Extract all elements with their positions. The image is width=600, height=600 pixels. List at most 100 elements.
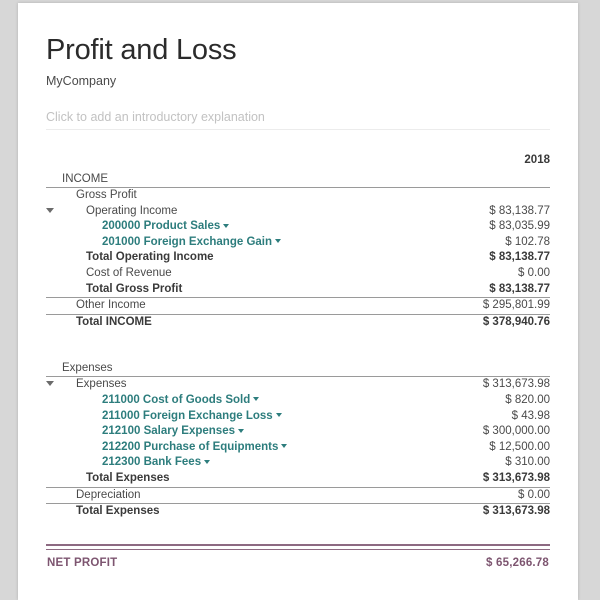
table-row: 200000 Product Sales $ 83,035.99 [46, 219, 550, 235]
row-label: Other Income [76, 299, 146, 312]
row-amount: $ 102.78 [505, 235, 550, 248]
account-link-211000-cost-of-goods-sold[interactable]: 211000 Cost of Goods Sold [102, 394, 260, 406]
row-label-cell: 211000 Cost of Goods Sold [62, 393, 430, 409]
column-header-year: 2018 [524, 154, 550, 166]
account-link-212200-purchase-of-equipments[interactable]: 212200 Purchase of Equipments [102, 441, 288, 453]
row-amount: $ 313,673.98 [430, 376, 550, 393]
caret-cell [46, 313, 62, 331]
caret-down-icon[interactable] [204, 459, 211, 464]
row-label: Total Expenses [76, 505, 160, 518]
section-amount-income [430, 171, 550, 188]
caret-down-icon[interactable] [275, 239, 282, 244]
row-label-cell: Other Income [62, 297, 430, 315]
section-caret-cell [46, 171, 62, 188]
table-row: 212300 Bank Fees $ 310.00 [46, 455, 550, 471]
table-row: Total Expenses $ 313,673.98 [46, 471, 550, 487]
row-label-cell: 212200 Purchase of Equipments [62, 440, 430, 456]
spacer-cell [46, 149, 62, 171]
table-header-row: 2018 [46, 149, 550, 171]
row-label-cell: 212100 Salary Expenses [62, 424, 430, 440]
row-label-cell: Total Expenses [62, 471, 430, 487]
caret-cell [46, 235, 62, 251]
table-row: 212100 Salary Expenses $ 300,000.00 [46, 424, 550, 440]
table-row: Depreciation $ 0.00 [46, 486, 550, 504]
net-profit-label: NET PROFIT [47, 556, 118, 569]
table-row: Total Expenses $ 313,673.98 [46, 503, 550, 520]
account-link-201000-foreign-exchange-gain[interactable]: 201000 Foreign Exchange Gain [102, 236, 282, 248]
caret-down-icon[interactable] [46, 207, 54, 213]
row-amount: $ 313,673.98 [430, 503, 550, 520]
row-label: Total Expenses [86, 471, 170, 484]
row-label-cell: Gross Profit [62, 188, 430, 204]
table-row: 211000 Cost of Goods Sold $ 820.00 [46, 393, 550, 409]
row-amount: $ 83,035.99 [489, 220, 550, 233]
account-link-200000-product-sales[interactable]: 200000 Product Sales [102, 220, 230, 232]
row-label-cell: 201000 Foreign Exchange Gain [62, 235, 430, 251]
caret-cell [46, 503, 62, 520]
row-label-cell: 212300 Bank Fees [62, 455, 430, 471]
row-amount: $ 378,940.76 [430, 313, 550, 331]
row-label-cell: Total Expenses [62, 503, 430, 520]
row-label-cell: Depreciation [62, 486, 430, 504]
caret-cell [46, 297, 62, 315]
table-row: Other Income $ 295,801.99 [46, 297, 550, 315]
caret-cell [46, 409, 62, 425]
caret-down-icon[interactable] [238, 428, 244, 433]
row-amount: $ 295,801.99 [430, 297, 550, 315]
caret-cell [46, 471, 62, 487]
row-label-cell: Total INCOME [62, 313, 430, 331]
row-amount: $ 0.00 [518, 266, 550, 279]
table-row: 211000 Foreign Exchange Loss $ 43.98 [46, 409, 550, 425]
section-label-expenses: Expenses [62, 360, 430, 378]
row-label: Total Gross Profit [86, 282, 183, 295]
row-label-cell: Total Operating Income [62, 250, 430, 266]
account-link-212100-salary-expenses[interactable]: 212100 Salary Expenses [102, 425, 244, 437]
caret-down-icon[interactable] [46, 381, 54, 387]
row-amount: $ 313,673.98 [482, 471, 550, 484]
section-amount-expenses [430, 360, 550, 378]
page-title: Profit and Loss [46, 34, 237, 66]
row-label-cell: Total Gross Profit [62, 282, 430, 298]
table-row: 212200 Purchase of Equipments $ 12,500.00 [46, 440, 550, 456]
caret-down-icon[interactable] [275, 413, 282, 417]
caret-cell [46, 393, 62, 409]
row-amount: $ 12,500.00 [489, 440, 550, 453]
table-row: Operating Income $ 83,138.77 [46, 204, 550, 220]
row-label: Depreciation [76, 488, 141, 501]
net-profit-table: NET PROFIT $ 65,266.78 [46, 554, 550, 572]
row-amount: $ 83,138.77 [489, 251, 550, 264]
row-amount: $ 310.00 [505, 456, 550, 469]
section-label-income: INCOME [62, 171, 430, 188]
section-caret-cell [46, 360, 62, 378]
net-profit-row: NET PROFIT $ 65,266.78 [46, 554, 550, 572]
account-link-211000-foreign-exchange-loss[interactable]: 211000 Foreign Exchange Loss [102, 410, 282, 422]
row-label-cell: Expenses [62, 376, 430, 393]
caret-down-icon[interactable] [253, 397, 260, 402]
table-row: Total Operating Income $ 83,138.77 [46, 250, 550, 266]
row-label-cell: Cost of Revenue [62, 266, 430, 282]
expand-collapse-toggle[interactable] [46, 204, 62, 220]
table-row: Total Gross Profit $ 83,138.77 [46, 282, 550, 298]
caret-down-icon[interactable] [281, 444, 288, 449]
screenshot-root: Profit and Loss MyCompany Click to add a… [0, 0, 600, 600]
row-label: Expenses [76, 378, 127, 391]
table-row: 201000 Foreign Exchange Gain $ 102.78 [46, 235, 550, 251]
expand-collapse-toggle[interactable] [46, 376, 62, 393]
caret-cell [46, 440, 62, 456]
account-link-212300-bank-fees[interactable]: 212300 Bank Fees [102, 456, 211, 468]
caret-down-icon[interactable] [223, 223, 230, 228]
caret-cell [46, 266, 62, 282]
intro-placeholder[interactable]: Click to add an introductory explanation [46, 110, 550, 130]
row-label: Operating Income [86, 204, 178, 217]
section-header-income: INCOME [46, 171, 550, 188]
row-amount: $ 820.00 [505, 393, 550, 406]
row-amount: $ 0.00 [430, 486, 550, 504]
table-row: Cost of Revenue $ 0.00 [46, 266, 550, 282]
table-body: 2018 INCOME Gross Profit Operating Income… [46, 149, 550, 520]
profit-and-loss-table: 2018 INCOME Gross Profit Operating Income… [46, 149, 550, 520]
row-label-cell: 200000 Product Sales [62, 219, 430, 235]
caret-cell [46, 188, 62, 204]
caret-cell [46, 455, 62, 471]
row-amount: $ 83,138.77 [489, 282, 550, 295]
caret-cell [46, 250, 62, 266]
